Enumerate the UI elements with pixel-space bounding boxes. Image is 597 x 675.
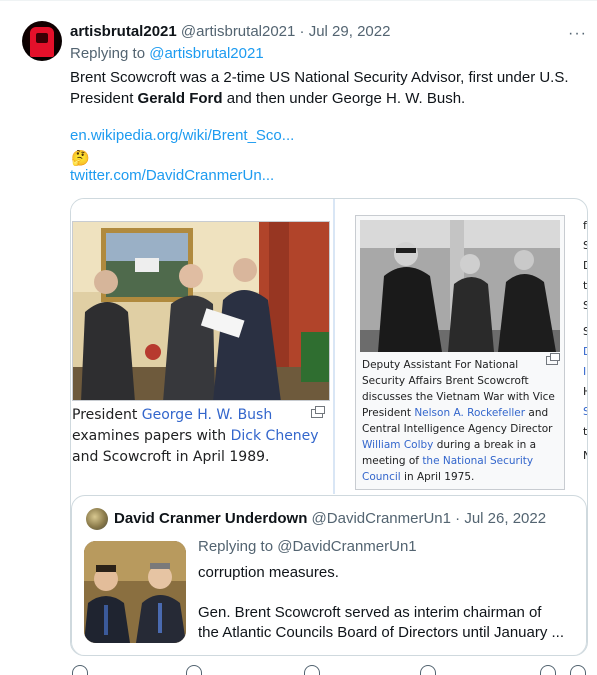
like-icon[interactable]: [304, 665, 320, 675]
quoted-display-name[interactable]: David Cranmer Underdown: [114, 510, 307, 527]
clipped-text-fragment: S: [583, 405, 587, 418]
attached-image-card[interactable]: President George H. W. Bush examines pap…: [70, 198, 588, 656]
quoted-timestamp: Jul 26, 2022: [464, 510, 547, 527]
caption-text: examines papers with: [72, 428, 227, 444]
clipped-text-fragment: t: [583, 425, 588, 438]
tweet[interactable]: artisbrutal2021 @artisbrutal2021 · Jul 2…: [0, 0, 597, 675]
wikipedia-link[interactable]: en.wikipedia.org/wiki/Brent_Sco...: [70, 127, 294, 144]
quoted-tweet-header: David Cranmer Underdown @DavidCranmerUn1…: [114, 510, 546, 527]
separator-dot: ·: [455, 510, 461, 527]
clipped-text-fragment: S: [583, 239, 587, 252]
clipped-text-fragment: S: [583, 325, 587, 338]
wiki-link-cheney[interactable]: Dick Cheney: [231, 428, 319, 444]
column-divider: [333, 199, 335, 494]
caption-text: in April 1975.: [404, 471, 475, 483]
tweet-header: artisbrutal2021 @artisbrutal2021 · Jul 2…: [70, 23, 590, 43]
tweet-text-part2: and then under George H. W. Bush.: [226, 90, 466, 107]
quoted-user-avatar[interactable]: [86, 508, 108, 530]
wiki-image-right: Deputy Assistant For National Security A…: [355, 215, 565, 490]
display-name[interactable]: artisbrutal2021: [70, 23, 177, 40]
replying-to-handle-link[interactable]: @artisbrutal2021: [149, 45, 263, 62]
bush-cheney-scowcroft-photo: [72, 221, 330, 401]
tweet-text-bold: Gerald Ford: [137, 90, 223, 107]
tweet-text: Brent Scowcroft was a 2-time US National…: [70, 67, 595, 109]
more-options-icon[interactable]: ···: [568, 25, 587, 43]
caption-text: President: [72, 407, 138, 423]
clipped-text-fragment: D: [583, 345, 587, 358]
clipped-text-fragment: t: [583, 279, 588, 292]
quoted-text-line: Gen. Brent Scowcroft served as interim c…: [198, 604, 542, 621]
user-handle[interactable]: @artisbrutal2021: [181, 23, 295, 40]
scowcroft-rockefeller-colby-photo: [360, 220, 560, 352]
wiki-link-colby[interactable]: William Colby: [362, 439, 433, 451]
bookmark-icon[interactable]: [540, 665, 556, 675]
tweet-actions: [70, 665, 590, 675]
replying-to-label: Replying to: [70, 45, 146, 62]
reply-icon[interactable]: [72, 665, 88, 675]
caption-text: and Scowcroft in April 1989.: [72, 449, 270, 465]
wiki-image-left: President George H. W. Bush examines pap…: [71, 199, 333, 494]
quoted-tweet[interactable]: David Cranmer Underdown @DavidCranmerUn1…: [71, 495, 587, 655]
quoted-user-handle[interactable]: @DavidCranmerUn1: [312, 510, 451, 527]
twitter-link[interactable]: twitter.com/DavidCranmerUn...: [70, 167, 274, 184]
clipped-text-fragment: f: [583, 219, 587, 232]
quoted-replying-to: Replying to @DavidCranmerUn1: [198, 538, 417, 555]
separator-dot: ·: [299, 23, 305, 40]
thinking-emoji: 🤔: [71, 150, 90, 167]
tweet-timestamp[interactable]: Jul 29, 2022: [309, 23, 391, 40]
clipped-text-fragment: H: [583, 385, 587, 398]
replying-to: Replying to @artisbrutal2021: [70, 45, 264, 62]
clipped-text-fragment: D: [583, 259, 587, 272]
quoted-tweet-image[interactable]: [84, 541, 186, 643]
clipped-text-fragment: N: [583, 449, 587, 462]
wiki-link-rockefeller[interactable]: Nelson A. Rockefeller: [414, 407, 525, 419]
share-icon[interactable]: [570, 665, 586, 675]
retweet-icon[interactable]: [186, 665, 202, 675]
wiki-caption-left: President George H. W. Bush examines pap…: [72, 405, 330, 468]
quoted-text-line: the Atlantic Councils Board of Directors…: [198, 624, 565, 641]
clipped-text-fragment: S: [583, 299, 587, 312]
quoted-text-line: corruption measures.: [198, 564, 339, 581]
wiki-caption-right: Deputy Assistant For National Security A…: [362, 357, 560, 485]
views-icon[interactable]: [420, 665, 436, 675]
wiki-link-bush[interactable]: George H. W. Bush: [142, 407, 272, 423]
clipped-text-fragment: I: [583, 365, 587, 378]
user-avatar[interactable]: [22, 21, 62, 61]
